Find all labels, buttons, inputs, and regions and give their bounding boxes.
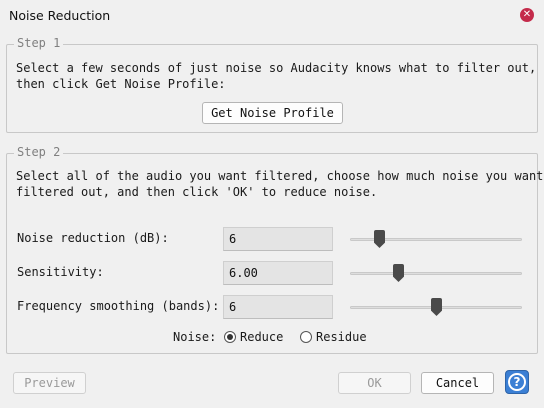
sensitivity-input[interactable]: 6.00 [223,261,333,285]
frequency-smoothing-slider[interactable] [350,297,522,317]
residue-radio-dot[interactable] [300,331,312,343]
step2-legend: Step 2 [14,145,64,159]
noise-reduction-label: Noise reduction (dB): [17,231,169,245]
preview-button[interactable]: Preview [13,372,86,394]
frequency-smoothing-input[interactable]: 6 [223,295,333,319]
reduce-radio-label: Reduce [240,330,284,344]
help-icon: ? [508,373,526,391]
frequency-smoothing-label: Frequency smoothing (bands): [17,299,220,313]
reduce-radio[interactable]: Reduce [224,330,283,344]
ok-button[interactable]: OK [338,372,411,394]
get-noise-profile-button[interactable]: Get Noise Profile [202,102,343,124]
slider-track [350,272,522,275]
step2-group: Step 2 Select all of the audio you want … [6,145,543,354]
title-bar: Noise Reduction ✕ [0,0,544,31]
step1-legend: Step 1 [14,36,64,50]
close-icon[interactable]: ✕ [520,8,534,22]
sensitivity-slider[interactable] [350,263,522,283]
step1-instruction-line2: then click Get Noise Profile: [16,77,226,91]
window-title: Noise Reduction [9,8,111,23]
noise-mode-label: Noise: [173,330,217,344]
cancel-button[interactable]: Cancel [421,372,494,394]
help-button[interactable]: ? [505,370,529,394]
noise-reduction-input[interactable]: 6 [223,227,333,251]
step2-instruction-line1: Select all of the audio you want filtere… [16,169,544,183]
slider-thumb[interactable] [431,298,442,316]
sensitivity-label: Sensitivity: [17,265,104,279]
residue-radio[interactable]: Residue [300,330,367,344]
noise-reduction-slider[interactable] [350,229,522,249]
slider-thumb[interactable] [374,230,385,248]
reduce-radio-dot[interactable] [224,331,236,343]
slider-thumb[interactable] [393,264,404,282]
step2-instruction-line2: filtered out, and then click 'OK' to red… [16,185,378,199]
step1-group: Step 1 Select a few seconds of just nois… [6,36,538,133]
residue-radio-label: Residue [316,330,367,344]
step1-instruction-line1: Select a few seconds of just noise so Au… [16,61,537,75]
